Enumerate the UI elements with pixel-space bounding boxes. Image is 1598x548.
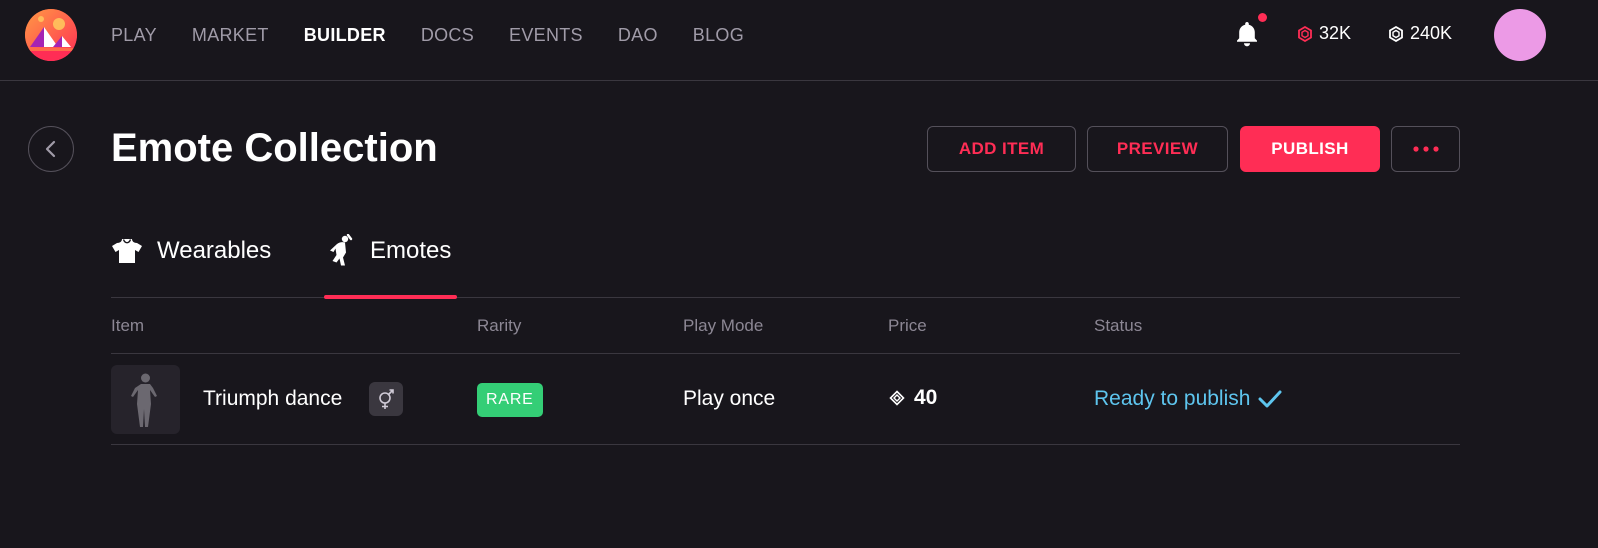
- ellipsis-icon: [1412, 146, 1439, 152]
- tab-wearables[interactable]: Wearables: [111, 233, 271, 269]
- nav-blog[interactable]: BLOG: [693, 25, 744, 46]
- mana-balance[interactable]: 32K: [1298, 23, 1351, 44]
- mana-amount: 32K: [1319, 23, 1352, 43]
- status-label: Ready to publish: [1094, 387, 1251, 410]
- column-header-price: Price: [888, 316, 927, 335]
- decentraland-logo[interactable]: [25, 9, 77, 61]
- dance-icon: [330, 234, 353, 266]
- column-header-item: Item: [111, 316, 145, 335]
- item-name: Triumph dance: [203, 387, 343, 410]
- column-header-play-mode: Play Mode: [683, 316, 764, 335]
- unisex-badge: [369, 382, 403, 416]
- tab-emotes[interactable]: Emotes: [328, 233, 451, 269]
- preview-button[interactable]: PREVIEW: [1087, 126, 1228, 172]
- table-row[interactable]: Triumph dance RARE Play once 40 Ready to…: [111, 354, 1460, 445]
- column-header-status: Status: [1094, 316, 1143, 335]
- play-mode-value: Play once: [683, 387, 776, 410]
- avatar-figure-icon: [131, 373, 157, 427]
- user-avatar[interactable]: [1494, 9, 1546, 61]
- add-item-button[interactable]: ADD ITEM: [927, 126, 1076, 172]
- tabs-divider: [111, 297, 1460, 298]
- nav-events[interactable]: EVENTS: [509, 25, 583, 46]
- more-options-button[interactable]: [1391, 126, 1460, 172]
- back-button[interactable]: [28, 126, 74, 172]
- unisex-icon: [379, 389, 394, 409]
- nav-play[interactable]: PLAY: [111, 25, 157, 46]
- column-header-rarity: Rarity: [477, 316, 522, 335]
- main-nav: PLAY MARKET BUILDER DOCS EVENTS DAO BLOG: [111, 0, 779, 70]
- publish-button[interactable]: PUBLISH: [1240, 126, 1380, 172]
- polygon-mana-balance[interactable]: 240K: [1389, 23, 1452, 44]
- checkmark-icon: [1258, 390, 1282, 408]
- rarity-label: RARE: [486, 391, 534, 408]
- rarity-badge: RARE: [477, 383, 543, 417]
- tab-emotes-label: Emotes: [370, 237, 452, 264]
- shirt-icon: [112, 239, 142, 263]
- tab-wearables-label: Wearables: [157, 237, 272, 264]
- nav-dao[interactable]: DAO: [618, 25, 658, 46]
- polygon-mana-amount: 240K: [1410, 23, 1453, 43]
- bell-icon[interactable]: [1234, 20, 1260, 48]
- chevron-left-icon: [45, 140, 56, 158]
- active-tab-indicator: [324, 295, 457, 299]
- item-thumbnail: [111, 365, 180, 434]
- status-value: Ready to publish: [1094, 387, 1282, 411]
- nav-market[interactable]: MARKET: [192, 25, 269, 46]
- mana-icon: [1298, 25, 1312, 42]
- top-navbar: PLAY MARKET BUILDER DOCS EVENTS DAO BLOG…: [0, 0, 1598, 81]
- notification-dot: [1258, 13, 1267, 22]
- mana-diamond-icon: [889, 390, 905, 406]
- nav-docs[interactable]: DOCS: [421, 25, 474, 46]
- nav-builder[interactable]: BUILDER: [304, 25, 386, 46]
- polygon-mana-icon: [1389, 25, 1403, 42]
- price-value: 40: [889, 386, 937, 410]
- price-amount: 40: [914, 386, 938, 409]
- page-title: Emote Collection: [111, 126, 438, 170]
